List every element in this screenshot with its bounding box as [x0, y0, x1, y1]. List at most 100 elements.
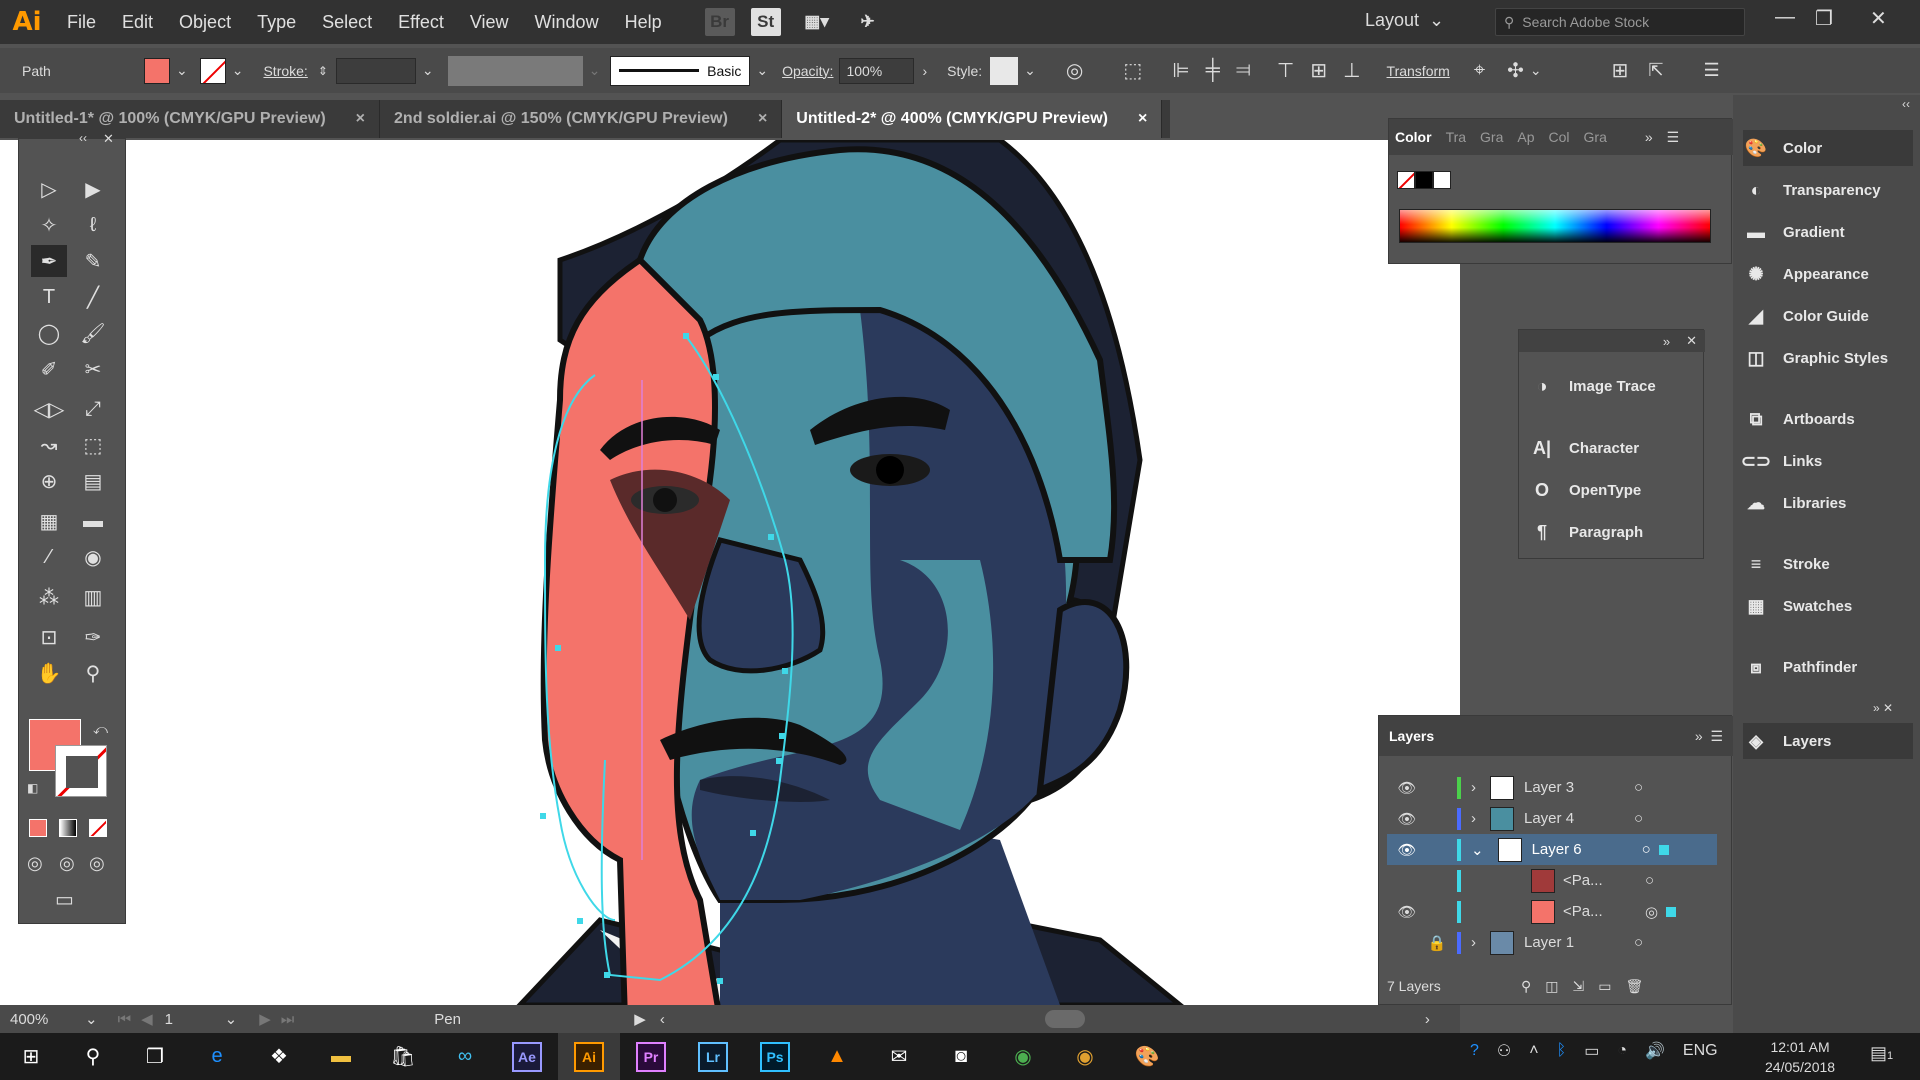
sublayer-row[interactable]: <Pa... ○: [1387, 865, 1717, 896]
fill-swatch[interactable]: [144, 57, 170, 84]
chevron-up-icon[interactable]: ˄: [1529, 1042, 1538, 1060]
panel-paragraph[interactable]: ¶ Paragraph: [1529, 514, 1699, 550]
magic-wand-icon[interactable]: ✧: [31, 209, 67, 241]
premiere-icon[interactable]: Pr: [620, 1033, 682, 1080]
notifications-icon[interactable]: ▤1: [1870, 1043, 1893, 1064]
expand-icon[interactable]: »: [1695, 728, 1703, 744]
lasso-icon[interactable]: ℓ: [75, 209, 111, 241]
panel-character[interactable]: A| Character: [1529, 430, 1699, 466]
status-menu-icon[interactable]: ▶: [634, 1010, 646, 1028]
selection-indicator[interactable]: [1658, 844, 1669, 855]
tab-gradient[interactable]: Gra: [1480, 129, 1503, 145]
expand-icon[interactable]: »: [1645, 129, 1653, 145]
dock-graphic-styles[interactable]: ◫ Graphic Styles: [1743, 340, 1913, 376]
task-view-icon[interactable]: ❐: [124, 1033, 186, 1080]
panel-menu-icon[interactable]: ☰: [1710, 728, 1723, 744]
direct-selection-tool-icon[interactable]: ▶: [75, 173, 111, 205]
panel-menu-icon[interactable]: ☰: [1667, 129, 1680, 146]
dock-stroke[interactable]: ≡ Stroke: [1743, 546, 1913, 582]
dock-color[interactable]: 🎨 Color: [1743, 130, 1913, 166]
new-sublayer-icon[interactable]: ⇲: [1573, 978, 1585, 995]
eyedropper-icon[interactable]: ⁄: [31, 541, 67, 573]
expand-icon[interactable]: » ✕: [1873, 701, 1893, 715]
default-colors-icon[interactable]: ◧: [27, 781, 38, 795]
bridge-button[interactable]: Br: [704, 8, 735, 36]
swap-colors-icon[interactable]: ⤺: [93, 721, 108, 738]
target-icon[interactable]: ○: [1634, 779, 1643, 796]
volume-icon[interactable]: 🔊: [1645, 1041, 1665, 1061]
align-left-icon[interactable]: ⊫: [1172, 58, 1189, 83]
layer-row[interactable]: 👁 › Layer 3 ○: [1387, 772, 1717, 803]
stroke-label[interactable]: Stroke:: [263, 63, 307, 79]
black-swatch[interactable]: [1415, 171, 1433, 189]
scroll-left-icon[interactable]: ‹: [660, 1011, 665, 1028]
isolate-object-icon[interactable]: ⌖: [1474, 59, 1485, 82]
windows-start-icon[interactable]: ⊞: [0, 1033, 62, 1080]
chevron-right-icon[interactable]: ›: [1471, 779, 1476, 796]
align-bottom-icon[interactable]: ⊥: [1343, 58, 1360, 83]
lightroom-icon[interactable]: Lr: [682, 1033, 744, 1080]
chevron-down-icon[interactable]: ⌄: [1471, 841, 1484, 859]
artboard-canvas[interactable]: [0, 140, 1460, 1005]
color-spectrum[interactable]: [1399, 209, 1711, 243]
draw-inside-icon[interactable]: ◎: [89, 853, 105, 874]
chevron-down-icon[interactable]: ⌄: [176, 62, 188, 79]
line-tool-icon[interactable]: ╱: [75, 281, 111, 313]
draw-behind-icon[interactable]: ◎: [59, 853, 75, 874]
menu-file[interactable]: File: [54, 12, 109, 33]
brush-definition[interactable]: Basic: [610, 55, 751, 86]
white-swatch[interactable]: [1433, 171, 1451, 189]
artboard-number[interactable]: 1: [165, 1011, 225, 1028]
battery-icon[interactable]: ▭: [1584, 1041, 1599, 1061]
chrome-icon[interactable]: ◉: [992, 1033, 1054, 1080]
menu-effect[interactable]: Effect: [385, 12, 457, 33]
close-icon[interactable]: ×: [356, 110, 365, 128]
mesh-tool-icon[interactable]: ▦: [31, 505, 67, 537]
variable-width-profile[interactable]: [447, 55, 583, 86]
lock-icon[interactable]: 🔒: [1427, 934, 1447, 952]
chevron-down-icon[interactable]: ⌄: [756, 62, 768, 79]
column-graph-icon[interactable]: ▥: [75, 581, 111, 613]
layer-row[interactable]: 🔒 › Layer 1 ○: [1387, 927, 1717, 958]
dropbox-icon[interactable]: ❖: [248, 1033, 310, 1080]
expand-icon[interactable]: »: [1663, 334, 1670, 349]
scroll-right-icon[interactable]: ›: [1425, 1011, 1430, 1028]
type-tool-icon[interactable]: T: [31, 281, 67, 313]
reflect-tool-icon[interactable]: ◁▷: [31, 393, 67, 425]
stroke-color-box[interactable]: [55, 745, 107, 797]
horizontal-scrollbar-thumb[interactable]: [1044, 1010, 1085, 1028]
graphic-style-swatch[interactable]: [990, 56, 1019, 85]
artboard-tool-icon[interactable]: ⊡: [31, 621, 67, 653]
after-effects-icon[interactable]: Ae: [496, 1033, 558, 1080]
search-stock-field[interactable]: ⚲ Search Adobe Stock: [1495, 8, 1745, 36]
dock-transparency[interactable]: ◐ Transparency: [1743, 172, 1913, 208]
collapse-icon[interactable]: ‹‹: [1902, 97, 1910, 111]
dock-pathfinder[interactable]: ⧈ Pathfinder: [1743, 649, 1913, 685]
menu-object[interactable]: Object: [166, 12, 244, 33]
dock-appearance[interactable]: ✺ Appearance: [1743, 256, 1913, 292]
warp-tool-icon[interactable]: ↝: [31, 429, 67, 461]
language-indicator[interactable]: ENG: [1683, 1042, 1718, 1060]
mail-icon[interactable]: ✉: [868, 1033, 930, 1080]
tab-graphic-styles[interactable]: Gra: [1584, 129, 1607, 145]
pen-tool-icon[interactable]: ✒: [31, 245, 67, 277]
infinity-app-icon[interactable]: ∞: [434, 1033, 496, 1080]
eye-icon[interactable]: 👁: [1387, 903, 1427, 921]
bluetooth-icon[interactable]: ᛒ: [1557, 1042, 1567, 1060]
selection-tool-icon[interactable]: ▷: [31, 173, 67, 205]
align-to-icon[interactable]: ⬚: [1123, 58, 1142, 83]
target-selected-icon[interactable]: ◎: [1645, 903, 1658, 921]
vlc-icon[interactable]: ▲: [806, 1033, 868, 1080]
shape-builder-icon[interactable]: ⊕: [31, 465, 67, 497]
chevron-down-icon[interactable]: ⌄: [85, 1010, 98, 1028]
opacity-label[interactable]: Opacity:: [782, 63, 833, 79]
dock-swatches[interactable]: ▦ Swatches: [1743, 588, 1913, 624]
stroke-stepper-icon[interactable]: ⇕: [318, 64, 328, 78]
tab-color-guide[interactable]: Col: [1549, 129, 1570, 145]
panel-image-trace[interactable]: ◑ Image Trace: [1529, 368, 1699, 404]
locate-object-icon[interactable]: ⚲: [1521, 978, 1531, 995]
chevron-down-icon[interactable]: ⌄: [225, 1010, 238, 1028]
chevron-down-icon[interactable]: ⌄: [1530, 62, 1542, 79]
recolor-artwork-icon[interactable]: ◎: [1066, 58, 1083, 83]
curvature-tool-icon[interactable]: ✎: [75, 245, 111, 277]
